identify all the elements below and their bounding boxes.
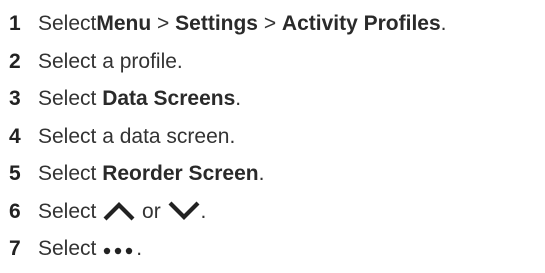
step-1: 1 Select ​Menu > Settings > Activity Pro… — [0, 5, 545, 43]
step-text: Select a data screen. — [38, 126, 235, 147]
step-text: Select a profile. — [38, 51, 183, 72]
step-text: Select Reorder Screen. — [38, 163, 264, 184]
step-text: Select or . — [38, 200, 206, 222]
activity-profiles-label: Activity Profiles — [281, 12, 441, 36]
step-text-part: Select — [38, 162, 103, 186]
step-number: 2 — [9, 49, 21, 73]
chevron-down-icon — [167, 200, 201, 222]
more-options-icon — [102, 242, 136, 256]
step-text-part: Select — [38, 87, 103, 111]
chevron-up-icon — [102, 200, 136, 222]
step-6: 6 Select or . — [0, 193, 545, 231]
step-3: 3 Select Data Screens. — [0, 80, 545, 118]
reorder-screen-label: Reorder Screen — [102, 162, 259, 186]
step-number: 7 — [9, 237, 21, 261]
menu-label: Menu — [96, 12, 152, 36]
step-text-part: . — [200, 199, 207, 223]
step-7: 7 Select . — [0, 230, 545, 268]
step-number: 3 — [9, 87, 21, 111]
step-text-part: Select a profile. — [38, 49, 183, 73]
step-text-part: Select — [38, 12, 97, 36]
step-text-part: Select a data screen. — [38, 124, 236, 148]
step-5: 5 Select Reorder Screen. — [0, 155, 545, 193]
step-text-part: . — [136, 237, 143, 261]
step-text-part: . — [258, 162, 265, 186]
step-4: 4 Select a data screen. — [0, 118, 545, 156]
step-number: 5 — [9, 162, 21, 186]
step-text: Select Data Screens. — [38, 88, 241, 109]
step-text: Select ​Menu > Settings > Activity Profi… — [38, 13, 447, 34]
step-text: Select . — [38, 238, 142, 259]
step-number: 6 — [9, 199, 21, 223]
data-screens-label: Data Screens — [102, 87, 236, 111]
step-text-part: Select — [38, 199, 103, 223]
separator: > — [151, 12, 176, 36]
step-text-part: Select — [38, 237, 103, 261]
step-text-part: . — [235, 87, 242, 111]
separator: > — [257, 12, 282, 36]
step-text-part: or — [136, 199, 167, 223]
step-text-part: . — [440, 12, 447, 36]
settings-label: Settings — [175, 12, 258, 36]
step-2: 2 Select a profile. — [0, 43, 545, 81]
step-number: 1 — [9, 12, 21, 36]
instruction-steps: 1 Select ​Menu > Settings > Activity Pro… — [0, 5, 545, 268]
step-number: 4 — [9, 124, 21, 148]
